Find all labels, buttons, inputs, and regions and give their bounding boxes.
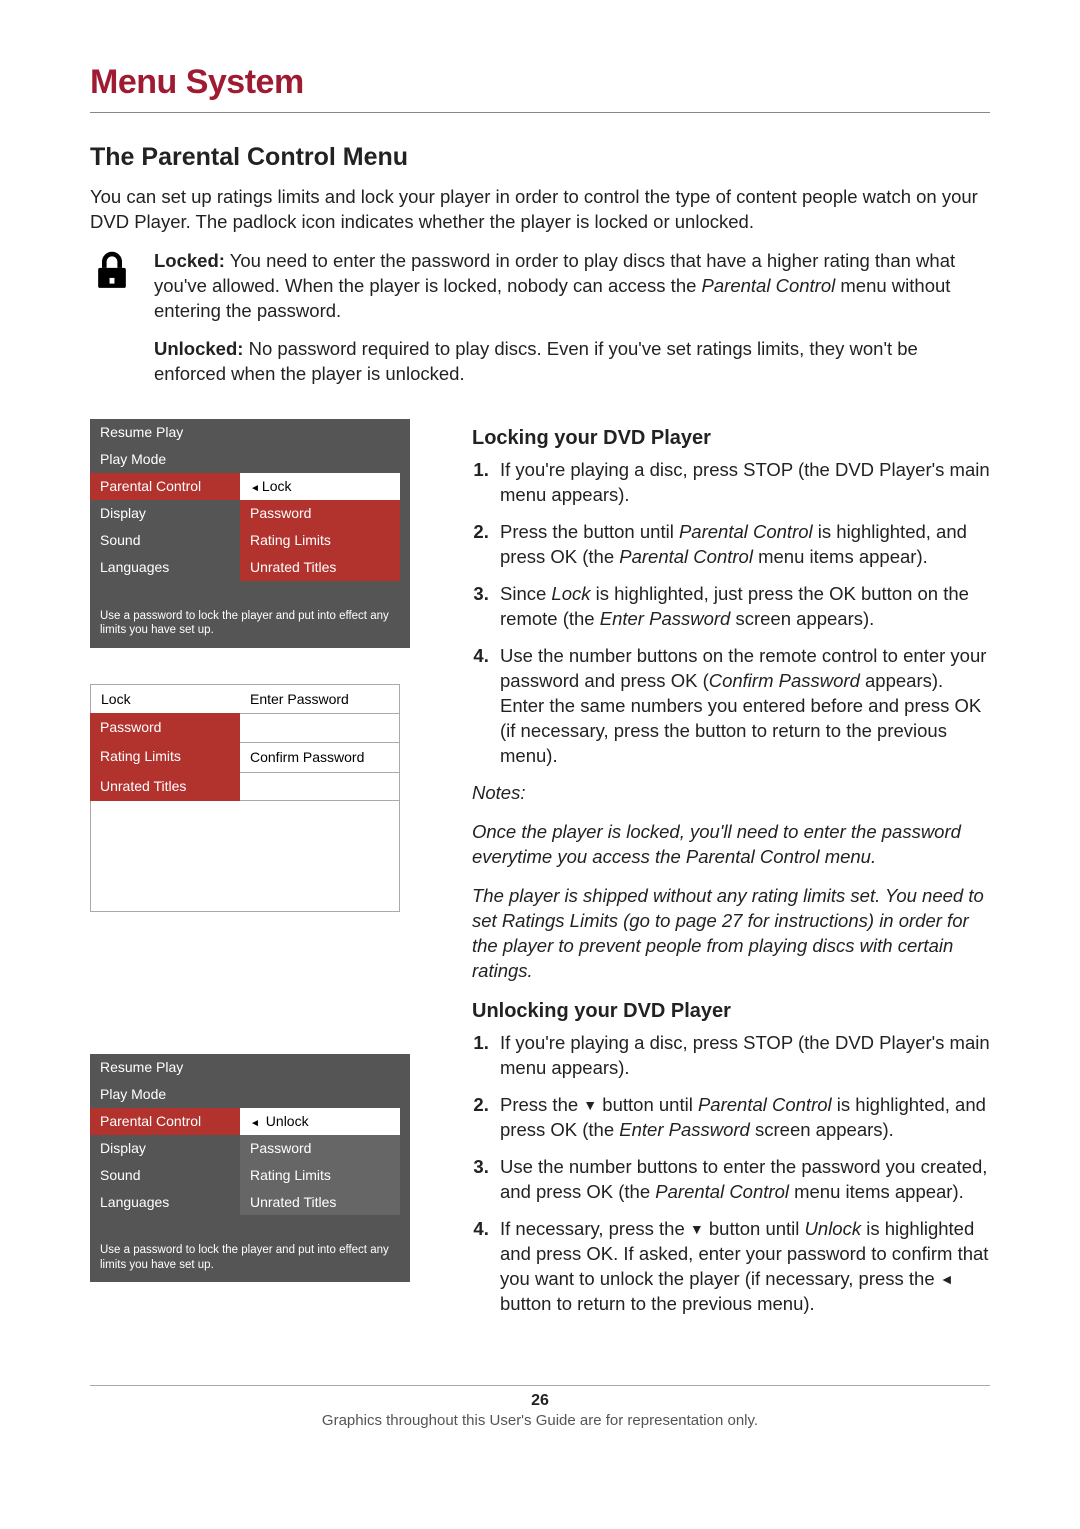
title-rule xyxy=(90,112,990,113)
menu-item: Display xyxy=(90,1135,240,1162)
submenu-item: Unrated Titles xyxy=(240,554,400,581)
locked-label: Locked: xyxy=(154,250,225,271)
step: If necessary, press the ▼ button until U… xyxy=(494,1217,990,1317)
t: menu items appear). xyxy=(789,1181,964,1202)
t: button until xyxy=(704,1218,805,1239)
page-title: Menu System xyxy=(90,60,990,106)
menu-item: Resume Play xyxy=(90,1054,240,1081)
t: screen appears). xyxy=(730,608,874,629)
menu-item-selected: Parental Control xyxy=(90,1108,240,1135)
section-title: The Parental Control Menu xyxy=(90,141,990,175)
field-label: Confirm Password xyxy=(240,742,400,772)
subheading-locking: Locking your DVD Player xyxy=(472,425,990,452)
menu-item-selected: Parental Control xyxy=(90,473,240,500)
footer-rule xyxy=(90,1385,990,1386)
t: Since xyxy=(500,583,551,604)
t: Unlock xyxy=(805,1218,862,1239)
submenu-item: Password xyxy=(240,1135,400,1162)
step: If you're playing a disc, press STOP (th… xyxy=(494,458,990,508)
menu-help-text: Use a password to lock the player and pu… xyxy=(90,581,410,638)
step: Use the number buttons on the remote con… xyxy=(494,644,990,769)
menu-help-text: Use a password to lock the player and pu… xyxy=(90,1215,410,1272)
subheading-unlocking: Unlocking your DVD Player xyxy=(472,998,990,1025)
menu-item: Languages xyxy=(90,554,240,581)
intro-paragraph: You can set up ratings limits and lock y… xyxy=(90,185,990,235)
note: The player is shipped without any rating… xyxy=(472,884,990,984)
step: Use the number buttons to enter the pass… xyxy=(494,1155,990,1205)
t: Enter Password xyxy=(600,608,731,629)
submenu-item: Password xyxy=(240,500,400,527)
menu-screenshot-unlock: Resume Play Play Mode Parental Control U… xyxy=(90,1054,410,1282)
locked-text-italic: Parental Control xyxy=(702,275,836,296)
menu-item: Languages xyxy=(90,1189,240,1216)
menu-screenshot-password: Lock Enter Password Password Rating Limi… xyxy=(90,684,410,913)
menu-item: Rating Limits xyxy=(90,742,240,772)
menu-item: Play Mode xyxy=(90,1081,240,1108)
unlocked-paragraph: Unlocked: No password required to play d… xyxy=(154,337,990,387)
step: Press the button until Parental Control … xyxy=(494,520,990,570)
menu-item-selected: Lock xyxy=(90,684,240,714)
notes-label: Notes: xyxy=(472,781,990,806)
menu-item: Resume Play xyxy=(90,419,240,446)
field-label: Enter Password xyxy=(240,684,400,714)
locked-paragraph: Locked: You need to enter the password i… xyxy=(154,249,990,324)
page-number: 26 xyxy=(90,1390,990,1412)
t: menu items appear). xyxy=(753,546,928,567)
submenu-item: Rating Limits xyxy=(240,527,400,554)
t: Lock xyxy=(551,583,590,604)
submenu-item: Rating Limits xyxy=(240,1162,400,1189)
footer-note: Graphics throughout this User's Guide ar… xyxy=(90,1411,990,1431)
t: Confirm Password xyxy=(709,670,860,691)
field-blank xyxy=(240,713,400,742)
step: Since Lock is highlighted, just press th… xyxy=(494,582,990,632)
field-blank xyxy=(240,772,400,801)
step: If you're playing a disc, press STOP (th… xyxy=(494,1031,990,1081)
triangle-left-icon xyxy=(250,478,262,494)
t: Parental Control xyxy=(679,521,813,542)
arrow-down-icon: ▼ xyxy=(583,1097,597,1113)
menu-padding xyxy=(90,801,400,912)
menu-item: Sound xyxy=(90,527,240,554)
step: Press the ▼ button until Parental Contro… xyxy=(494,1093,990,1143)
menu-item: Password xyxy=(90,713,240,742)
submenu-label: Unlock xyxy=(266,1113,309,1129)
note: Once the player is locked, you'll need t… xyxy=(472,820,990,870)
t: Press the xyxy=(500,1094,583,1115)
unlocking-steps: If you're playing a disc, press STOP (th… xyxy=(472,1031,990,1317)
t: Press the button until xyxy=(500,521,679,542)
submenu-item-selected: Unlock xyxy=(240,1108,400,1135)
submenu-label: Lock xyxy=(262,478,292,494)
submenu-item: Unrated Titles xyxy=(240,1189,400,1216)
unlocked-text: No password required to play discs. Even… xyxy=(154,338,918,384)
t: Parental Control xyxy=(655,1181,789,1202)
unlocked-label: Unlocked: xyxy=(154,338,243,359)
menu-screenshot-lock: Resume Play Play Mode Parental Control L… xyxy=(90,419,410,647)
t: Enter Password xyxy=(619,1119,750,1140)
menu-item: Play Mode xyxy=(90,446,240,473)
t: button to return to the previous menu). xyxy=(500,1293,815,1314)
t: screen appears). xyxy=(750,1119,894,1140)
lock-icon xyxy=(90,249,134,402)
t: If necessary, press the xyxy=(500,1218,690,1239)
t: Parental Control xyxy=(619,546,753,567)
t: button until xyxy=(597,1094,698,1115)
t: Parental Control xyxy=(698,1094,832,1115)
arrow-left-icon: ◄ xyxy=(940,1271,954,1287)
triangle-left-icon xyxy=(250,1113,262,1129)
submenu-item-selected: Lock xyxy=(240,473,400,500)
menu-item: Display xyxy=(90,500,240,527)
locking-steps: If you're playing a disc, press STOP (th… xyxy=(472,458,990,769)
menu-item: Sound xyxy=(90,1162,240,1189)
arrow-down-icon: ▼ xyxy=(690,1221,704,1237)
spacer xyxy=(90,948,430,1018)
menu-item: Unrated Titles xyxy=(90,772,240,801)
